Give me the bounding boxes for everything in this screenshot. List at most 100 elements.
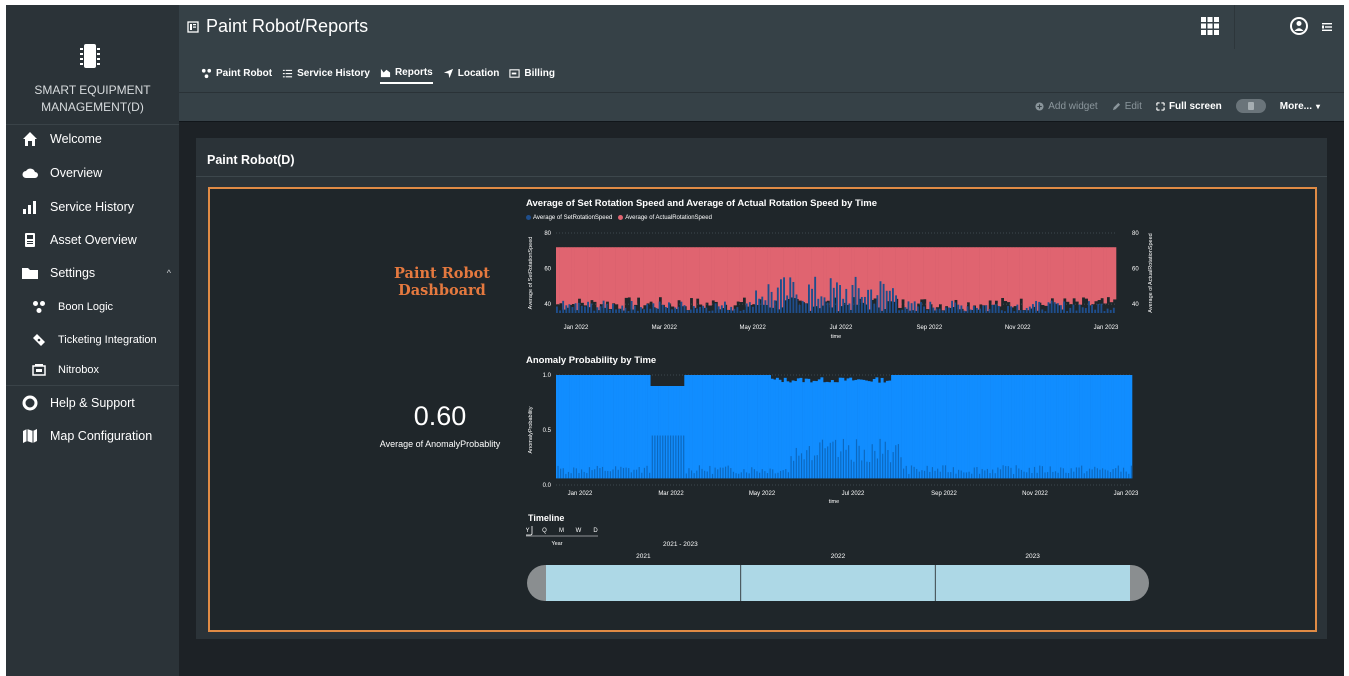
anomaly-probability-chart[interactable]: 0.0 0.5 1.0 Jan 2022 Mar 2022 May 2022 Jul 202… [520, 367, 1160, 507]
sidebar-item-service-history[interactable]: Service History [6, 190, 179, 224]
set-speed-bar [851, 284, 854, 313]
anomaly-low-bar [871, 444, 873, 479]
powerbi-report-frame[interactable]: Paint Robot Dashboard 0.60 Average of An… [208, 187, 1317, 632]
anomaly-bar [922, 375, 926, 479]
tab-paint-robot[interactable]: Paint Robot [201, 62, 272, 84]
y-tick-label: 40 [544, 302, 551, 308]
tab-service-history[interactable]: Service History [282, 62, 370, 84]
sidebar-item-boon-logic[interactable]: Boon Logic [6, 290, 179, 324]
anomaly-low-bar [999, 469, 1002, 479]
anomaly-bar [1074, 375, 1078, 479]
sidebar-item-map-configuration[interactable]: Map Configuration [6, 419, 179, 453]
tab-billing[interactable]: Billing [509, 62, 555, 84]
apps-grid-icon[interactable] [1200, 16, 1220, 36]
actual-speed-bar [671, 247, 675, 307]
ticket-icon [30, 330, 48, 350]
rotation-speed-chart[interactable]: 40 40 60 60 80 80 Jan 2022 Mar 2022 May 2022 Jul … [520, 225, 1160, 347]
actual-speed-bar [640, 247, 644, 309]
set-speed-bar [1066, 311, 1069, 313]
sidebar-item-help-support[interactable]: Help & Support [6, 386, 179, 420]
actual-speed-bar [699, 247, 703, 305]
anomaly-low-bar [772, 469, 774, 479]
set-speed-bar [901, 309, 904, 313]
anomaly-low-bar [664, 435, 666, 479]
actual-speed-bar [683, 247, 687, 307]
set-speed-bar [1028, 306, 1031, 313]
anomaly-low-bar [735, 473, 737, 479]
menu-collapse-icon[interactable] [1321, 21, 1333, 33]
actual-speed-bar [668, 247, 672, 304]
actual-speed-bar [948, 247, 952, 308]
set-speed-bar [867, 289, 869, 313]
sidebar-item-label: Service History [50, 200, 135, 214]
x-tick-label: May 2022 [739, 325, 766, 331]
anomaly-bar [1045, 375, 1049, 479]
anomaly-low-bar [814, 455, 816, 479]
anomaly-bar [556, 375, 559, 479]
set-speed-bar [991, 304, 994, 313]
full-screen-button[interactable]: Full screen [1156, 101, 1222, 112]
dashboard-title-line1: Paint Robot [394, 265, 490, 282]
header-bottom-border [179, 121, 1344, 122]
sidebar-item-nitrobox[interactable]: Nitrobox [6, 353, 179, 387]
anomaly-low-bar [1039, 465, 1041, 479]
anomaly-low-bar [633, 469, 635, 479]
actual-speed-bar [966, 247, 971, 303]
lock-toggle[interactable] [1235, 99, 1266, 113]
edit-button[interactable]: Edit [1112, 101, 1142, 112]
anomaly-bar [600, 375, 604, 479]
anomaly-low-bar [1122, 467, 1125, 479]
sidebar-item-overview[interactable]: Overview [6, 156, 179, 190]
tab-reports[interactable]: Reports [379, 62, 433, 84]
actual-speed-bar [786, 247, 790, 300]
anomaly-low-bar [800, 453, 803, 479]
sidebar-item-settings[interactable]: Settings ^ [6, 256, 179, 290]
more-menu-button[interactable]: More... ▾ [1280, 101, 1320, 112]
actual-speed-bar [823, 247, 827, 302]
anomaly-low-bar [1075, 467, 1078, 479]
x-tick-label: Sep 2022 [916, 325, 942, 331]
anomaly-low-bar [931, 467, 934, 479]
user-account-icon[interactable] [1289, 16, 1309, 36]
anomaly-low-bar [774, 473, 776, 479]
actual-speed-bar [596, 247, 600, 311]
set-speed-bar [621, 305, 624, 313]
anomaly-bar [760, 375, 764, 479]
anomaly-bar [1008, 375, 1012, 479]
tab-location[interactable]: Location [443, 62, 499, 84]
set-speed-bar [590, 303, 593, 313]
timeline-slicer[interactable]: Y Q M W D Year 2021 - 2023 2021 2022 2023 [526, 526, 1156, 610]
actual-speed-bar [565, 247, 569, 308]
set-speed-bar [1025, 307, 1028, 313]
anomaly-low-bar [1057, 472, 1059, 479]
anomaly-low-bar [1104, 469, 1106, 479]
actual-speed-bar [1109, 247, 1114, 303]
actual-speed-bar [577, 247, 582, 299]
sidebar-item-ticketing-integration[interactable]: Ticketing Integration [6, 323, 179, 357]
anomaly-low-bar [604, 470, 606, 479]
anomaly-low-bar [1094, 466, 1096, 479]
anomaly-low-bar [869, 462, 871, 479]
actual-speed-bar [717, 247, 722, 310]
set-speed-bar [969, 309, 972, 313]
set-speed-bar [864, 296, 866, 313]
set-speed-bar [913, 301, 916, 313]
set-speed-bar [748, 302, 751, 313]
anomaly-low-bar [1088, 468, 1091, 479]
anomaly-bar [728, 375, 732, 479]
anomaly-bar [1087, 375, 1091, 479]
anomaly-bar [626, 375, 630, 479]
add-widget-button[interactable]: Add widget [1035, 101, 1098, 112]
anomaly-bar [1079, 375, 1083, 479]
actual-speed-bar [627, 247, 631, 298]
set-speed-bar [1019, 310, 1022, 313]
anomaly-low-bar [701, 468, 703, 479]
sidebar-item-asset-overview[interactable]: Asset Overview [6, 223, 179, 257]
actual-speed-bar [1019, 247, 1023, 299]
set-speed-bar [1056, 303, 1059, 313]
set-speed-bar [1016, 304, 1019, 313]
sidebar-item-welcome[interactable]: Welcome [6, 122, 179, 156]
set-speed-bar [689, 309, 692, 313]
actual-speed-bar [580, 247, 585, 303]
set-speed-bar [954, 302, 957, 313]
